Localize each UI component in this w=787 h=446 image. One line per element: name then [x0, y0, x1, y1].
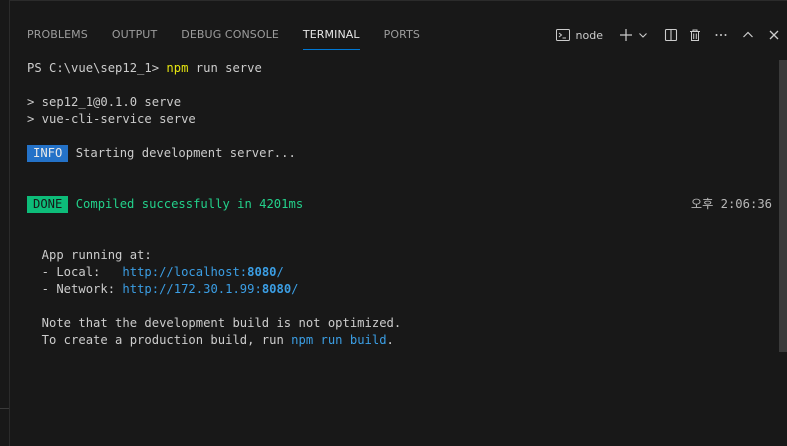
tab-problems[interactable]: PROBLEMS	[27, 27, 88, 49]
network-url-link[interactable]: http://172.30.1.99:8080/	[122, 282, 298, 296]
output-line-cli: > vue-cli-service serve	[27, 112, 196, 126]
local-label: - Local:	[27, 265, 123, 279]
build-command: npm run build	[291, 333, 387, 347]
terminal-scrollbar[interactable]	[779, 60, 787, 352]
chevron-up-icon	[742, 29, 754, 41]
tab-ports[interactable]: PORTS	[384, 27, 420, 49]
close-icon	[768, 29, 780, 41]
note-period: .	[386, 333, 394, 347]
launch-profile-button[interactable]	[635, 24, 651, 46]
more-icon	[714, 28, 728, 42]
command-args: run serve	[188, 61, 262, 75]
close-panel-button[interactable]	[761, 24, 787, 46]
network-url-port: 8080	[261, 282, 292, 296]
info-badge: INFO	[27, 145, 69, 162]
prompt-line: PS C:\vue\sep12_1> npm run serve	[27, 60, 262, 77]
editor-gutter	[0, 0, 10, 446]
done-line: DONE Compiled successfully in 4201ms	[27, 196, 303, 213]
terminal-output[interactable]: PS C:\vue\sep12_1> npm run serve > sep12…	[27, 60, 772, 440]
panel-tabs: PROBLEMS OUTPUT DEBUG CONSOLE TERMINAL P…	[27, 27, 444, 51]
info-text: Starting development server...	[68, 146, 296, 160]
network-url-tail: /	[291, 282, 299, 296]
output-line-serve: > sep12_1@0.1.0 serve	[27, 95, 182, 109]
local-url-host: http://localhost:	[122, 265, 248, 279]
local-url-link[interactable]: http://localhost:8080/	[122, 265, 283, 279]
split-icon	[664, 28, 678, 42]
note-line-1: Note that the development build is not o…	[27, 316, 402, 330]
done-badge: DONE	[27, 196, 69, 213]
app-running-line: App running at:	[27, 248, 152, 262]
done-text: Compiled successfully in 4201ms	[68, 197, 304, 211]
tab-output[interactable]: OUTPUT	[112, 27, 157, 49]
panel-header: PROBLEMS OUTPUT DEBUG CONSOLE TERMINAL P…	[10, 0, 787, 60]
new-terminal-button[interactable]	[617, 24, 635, 46]
network-url-line: - Network: http://172.30.1.99:8080/	[27, 281, 299, 298]
local-url-line: - Local: http://localhost:8080/	[27, 264, 284, 281]
split-terminal-button[interactable]	[659, 24, 683, 46]
note-line-2: To create a production build, run npm ru…	[27, 332, 394, 349]
network-url-host: http://172.30.1.99:	[122, 282, 262, 296]
terminal-icon	[555, 27, 571, 43]
local-url-port: 8080	[247, 265, 277, 279]
prompt-path: PS C:\vue\sep12_1>	[27, 61, 167, 75]
timestamp: 오후 2:06:36	[690, 197, 772, 211]
panel-actions: node	[555, 24, 787, 46]
terminal-selector[interactable]: node	[555, 24, 611, 46]
network-label: - Network:	[27, 282, 123, 296]
kill-terminal-button[interactable]	[683, 24, 707, 46]
local-url-tail: /	[276, 265, 284, 279]
plus-icon	[619, 28, 633, 42]
command-name: npm	[166, 61, 189, 75]
tab-terminal[interactable]: TERMINAL	[302, 27, 360, 50]
gutter-tick	[0, 408, 9, 409]
more-actions-button[interactable]	[707, 24, 735, 46]
chevron-down-icon	[638, 30, 648, 40]
info-line: INFO Starting development server...	[27, 145, 296, 162]
maximize-panel-button[interactable]	[735, 24, 761, 46]
terminal-name: node	[575, 28, 603, 42]
trash-icon	[688, 28, 702, 42]
note-text: To create a production build, run	[27, 333, 292, 347]
tab-debug-console[interactable]: DEBUG CONSOLE	[181, 27, 279, 49]
